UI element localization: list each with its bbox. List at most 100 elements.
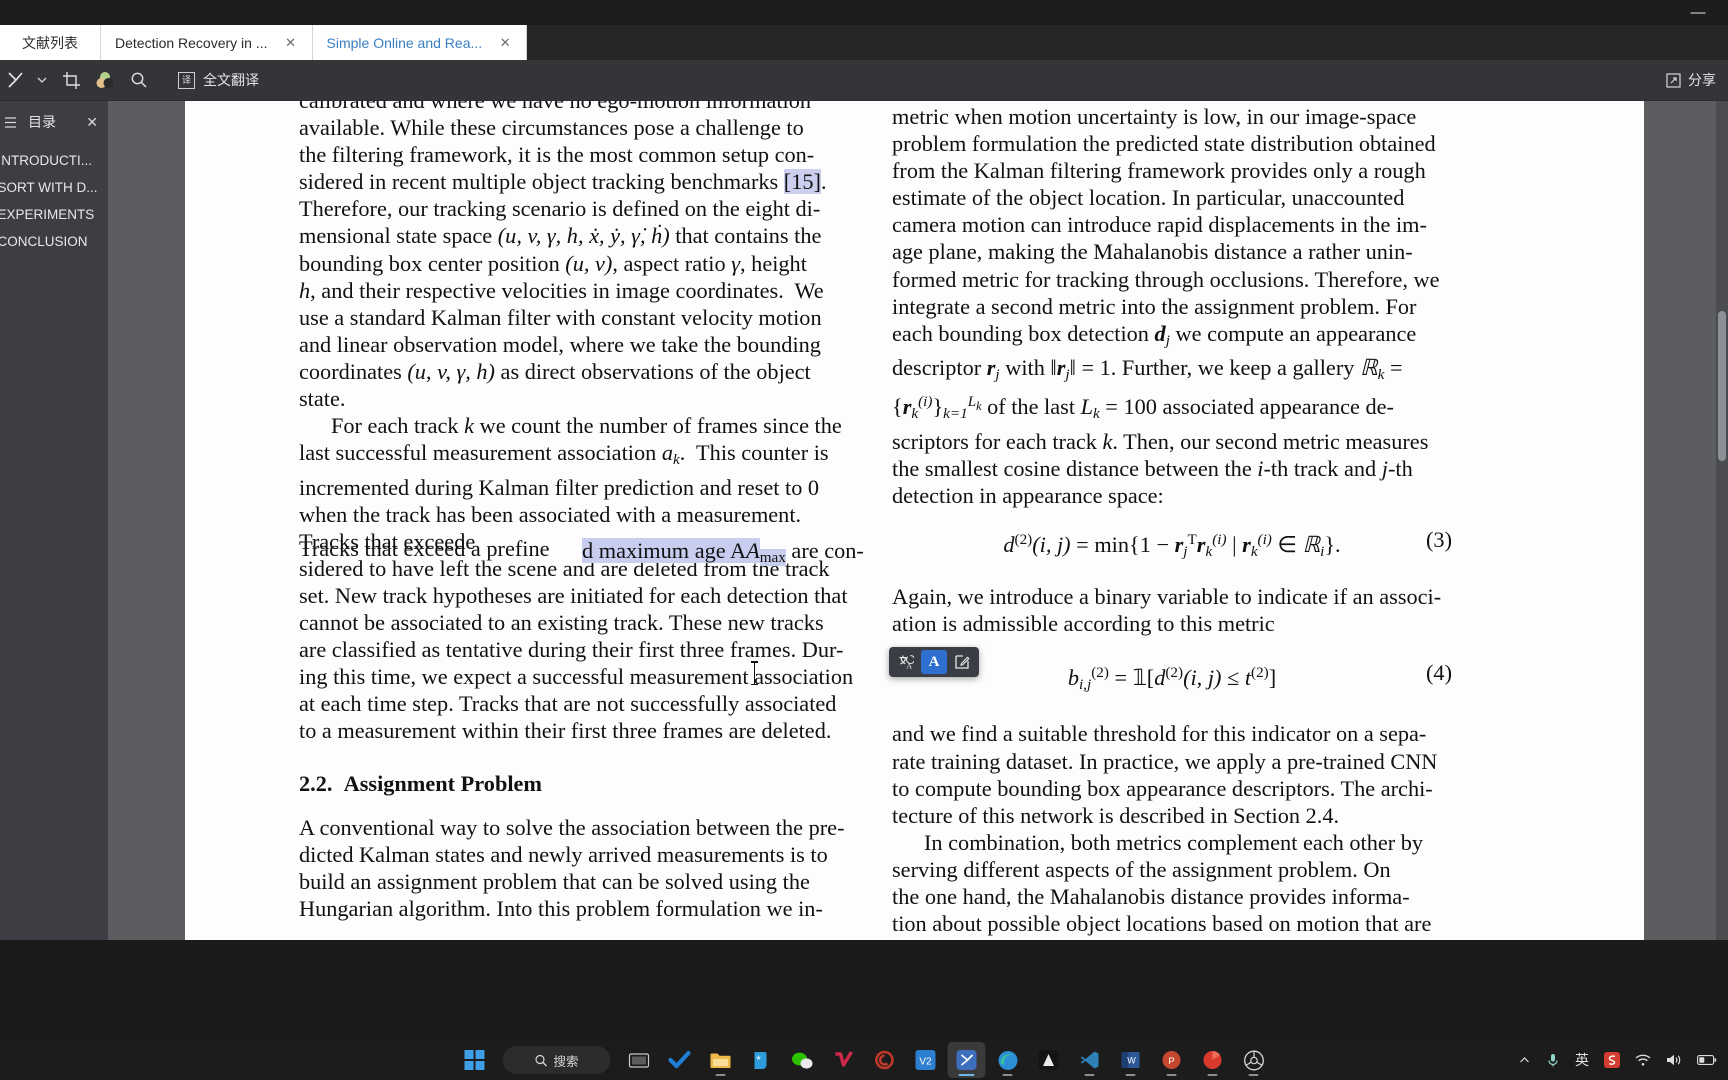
tray-chevron-up-icon[interactable] [1515, 1052, 1534, 1069]
running-indicator [958, 1073, 975, 1076]
highlight-text-button[interactable]: A [921, 650, 947, 674]
line: Hungarian algorithm. Into this problem f… [299, 895, 823, 921]
tab-label: 文献列表 [22, 34, 78, 51]
line: incremented during Kalman filter predict… [299, 474, 820, 500]
chevron-down-icon[interactable] [30, 65, 54, 95]
line: ing this time, we expect a successful me… [299, 664, 854, 690]
crop-icon[interactable] [54, 65, 88, 95]
equation-3: d(2)(i, j) = min{1 − rjTrk(i) | rk(i) ∈ … [1003, 526, 1452, 560]
line: Again, we introduce a binary variable to… [892, 584, 1442, 610]
recorder-app[interactable] [1194, 1042, 1232, 1078]
window-minimize-button[interactable]: — [1676, 0, 1720, 25]
snipaste-app[interactable]: * [743, 1042, 781, 1078]
outline-sidebar: 目录 ✕ . INTRODUCTI... . SORT WITH D... . … [0, 101, 108, 940]
battery-icon[interactable] [1694, 1052, 1720, 1068]
zotero-app[interactable] [947, 1042, 986, 1078]
app-toolbar: 译 全文翻译 分享 [0, 60, 1728, 101]
microphone-icon[interactable] [1543, 1051, 1563, 1070]
tab-strip: 文献列表 Detection Recovery in ... ✕ Simple … [0, 25, 1728, 60]
paragraph-threshold: and we find a suitable threshold for thi… [892, 720, 1452, 828]
app-logo-icon[interactable] [0, 65, 30, 95]
adobe-acrobat[interactable] [1030, 1042, 1068, 1078]
tab-simple-online-realtime[interactable]: Simple Online and Rea... ✕ [312, 25, 528, 60]
note-edit-icon[interactable] [949, 650, 975, 674]
running-indicator [1248, 1073, 1259, 1076]
search-box[interactable]: 搜索 [502, 1046, 611, 1074]
line: to compute bounding box appearance descr… [892, 775, 1433, 801]
scrollbar-thumb[interactable] [1718, 311, 1726, 461]
search-icon[interactable] [122, 65, 156, 95]
line: use a standard Kalman filter with consta… [299, 304, 822, 330]
unknown-red-app[interactable] [825, 1042, 863, 1078]
running-indicator [1084, 1073, 1095, 1076]
todo-app[interactable] [661, 1042, 699, 1078]
full-text-translate-button[interactable]: 译 全文翻译 [172, 70, 265, 90]
line: from the Kalman filtering framework prov… [892, 158, 1426, 184]
line: calibrated and where we have no ego-moti… [299, 101, 811, 113]
selected-text[interactable]: d maximum age A [582, 538, 747, 563]
wifi-icon[interactable] [1632, 1051, 1654, 1069]
sogou-input-icon[interactable] [1601, 1050, 1623, 1070]
window-titlebar: — [0, 0, 1728, 25]
close-icon[interactable]: ✕ [86, 114, 98, 131]
task-view-button[interactable] [620, 1042, 658, 1078]
vertical-scrollbar[interactable] [1716, 101, 1728, 940]
line: available. While these circumstances pos… [299, 115, 804, 141]
yuque-app[interactable] [866, 1042, 904, 1078]
translate-selection-icon[interactable]: A [893, 650, 919, 674]
tab-detection-recovery[interactable]: Detection Recovery in ... ✕ [101, 25, 313, 60]
selection-popup-toolbar[interactable]: A A [889, 647, 979, 677]
line: and linear observation model, where we t… [299, 331, 821, 357]
powerpoint-app[interactable]: P [1153, 1042, 1191, 1078]
windows-taskbar: 搜索 * V2 W P 英 [0, 1040, 1728, 1080]
highlight-color-icon[interactable] [88, 65, 122, 95]
sidebar-item-sort-with-deep[interactable]: . SORT WITH D... [0, 174, 108, 201]
sidebar-item-conclusion[interactable]: . CONCLUSION [0, 228, 108, 255]
tab-label: Simple Online and Rea... [326, 34, 483, 51]
share-button[interactable]: 分享 [1666, 70, 1716, 90]
taskbar-center-group: 搜索 * V2 W P [456, 1040, 1273, 1080]
close-icon[interactable]: ✕ [498, 35, 512, 51]
svg-text:V2: V2 [919, 1057, 932, 1068]
text-selection[interactable]: d maximum age AAmax are con- [582, 537, 864, 571]
citation-15[interactable]: [15] [783, 169, 821, 195]
obs-studio-app[interactable] [1235, 1042, 1273, 1078]
sidebar-item-introduction[interactable]: . INTRODUCTI... [0, 147, 108, 174]
paragraph-track-age: For each track k we count the number of … [299, 413, 854, 744]
sidebar-item-experiments[interactable]: . EXPERIMENTS [0, 201, 108, 228]
line: build an assignment problem that can be … [299, 868, 810, 894]
search-icon [534, 1054, 547, 1067]
line: formed metric for tracking through occlu… [892, 266, 1440, 292]
file-explorer[interactable] [702, 1042, 740, 1078]
paragraph-appearance-metric: metric when motion uncertainty is low, i… [892, 104, 1440, 508]
pdf-reader-area[interactable]: calibrated and where we have no ego-moti… [108, 101, 1728, 940]
running-indicator [1125, 1073, 1136, 1076]
system-tray: 英 [1515, 1040, 1720, 1080]
close-icon[interactable]: ✕ [284, 35, 298, 51]
edge-browser[interactable] [989, 1042, 1027, 1078]
start-button[interactable] [456, 1042, 494, 1078]
volume-icon[interactable] [1663, 1051, 1685, 1069]
word-app[interactable]: W [1112, 1042, 1150, 1078]
line: particularly useful for short-term predi… [892, 938, 1412, 940]
equation-number: (4) [1426, 660, 1452, 686]
line: serving different aspects of the assignm… [892, 856, 1391, 882]
line: integrate a second metric into the assig… [892, 293, 1417, 319]
line: Therefore, our tracking scenario is defi… [299, 196, 821, 222]
line: age plane, making the Mahalanobis distan… [892, 239, 1413, 265]
pdf-page[interactable]: calibrated and where we have no ego-moti… [185, 101, 1644, 940]
running-indicator [1207, 1073, 1218, 1076]
v2-app[interactable]: V2 [907, 1042, 945, 1078]
vscode-app[interactable] [1071, 1042, 1109, 1078]
document-left-column: calibrated and where we have no ego-moti… [299, 101, 859, 922]
ime-indicator[interactable]: 英 [1572, 1048, 1592, 1072]
tab-literature-list[interactable]: 文献列表 [0, 25, 101, 60]
paragraph-combination: In combination, both metrics complement … [892, 829, 1452, 940]
line: tecture of this network is described in … [892, 802, 1340, 828]
running-indicator [715, 1073, 726, 1076]
wechat-app[interactable] [784, 1042, 822, 1078]
line: are classified as tentative during their… [299, 637, 844, 663]
paragraph-motion-model: calibrated and where we have no ego-moti… [299, 101, 859, 412]
outline-title: 目录 [28, 114, 56, 130]
paragraph-binary-variable: Again, we introduce a binary variable to… [892, 583, 1452, 637]
